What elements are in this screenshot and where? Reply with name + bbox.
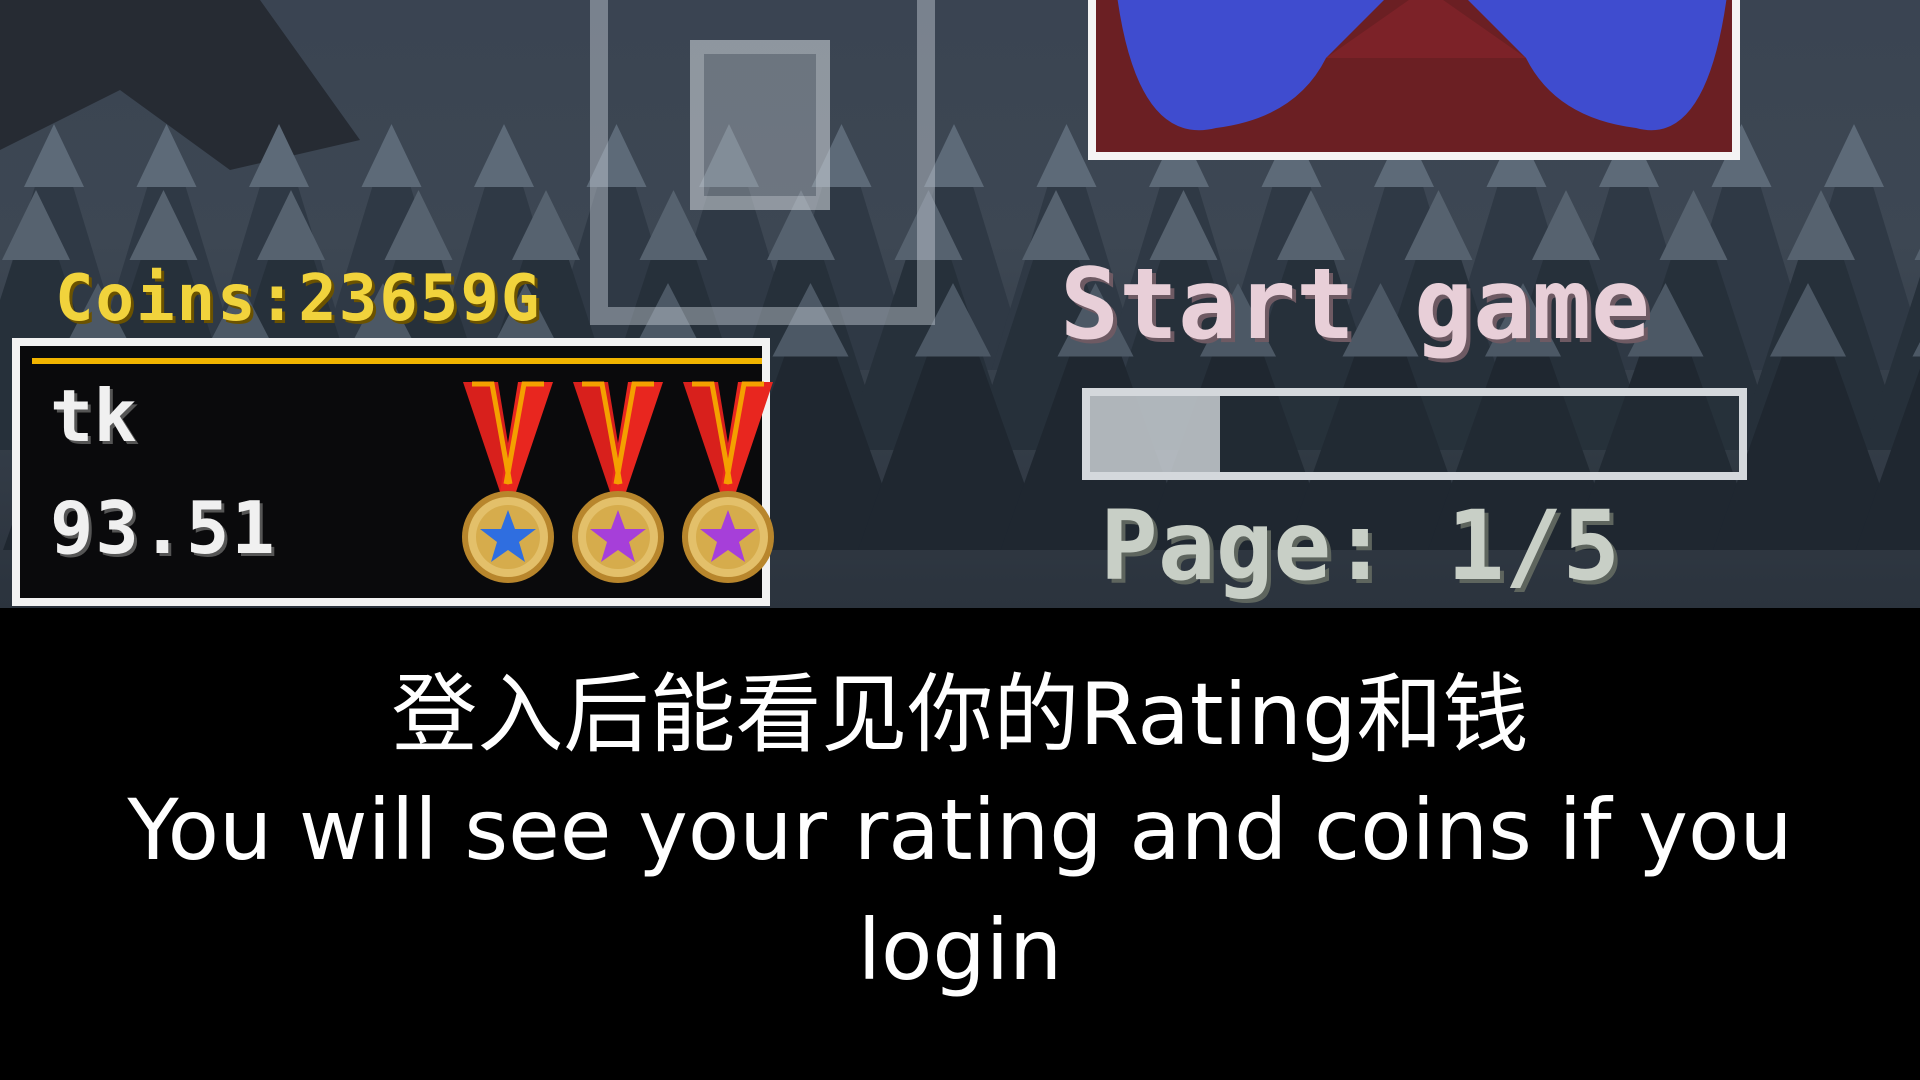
preview-art bbox=[1117, 0, 1727, 131]
medal-purple-star-icon bbox=[682, 381, 774, 583]
subtitle-chinese: 登入后能看见你的Rating和钱 bbox=[391, 665, 1529, 765]
page-progress-fill bbox=[1090, 396, 1220, 472]
card-accent-line bbox=[32, 358, 762, 364]
start-game-button[interactable]: Start game bbox=[1060, 248, 1650, 362]
game-screen: Coins:23659G tk 93.51 Start game Page: 1… bbox=[0, 0, 1920, 608]
subtitle-area: 登入后能看见你的Rating和钱 You will see your ratin… bbox=[0, 660, 1920, 1010]
player-rating: 93.51 bbox=[50, 486, 277, 570]
medal-purple-star-icon bbox=[572, 381, 664, 583]
page-progress-bar bbox=[1082, 388, 1747, 480]
coins-label: Coins:23659G bbox=[55, 262, 542, 336]
menu-frame-inner bbox=[690, 40, 830, 210]
medal-blue-star-icon bbox=[462, 381, 554, 583]
song-preview-box[interactable] bbox=[1088, 0, 1740, 160]
player-name: tk bbox=[50, 374, 137, 458]
video-frame: Coins:23659G tk 93.51 Start game Page: 1… bbox=[0, 0, 1920, 1080]
player-card: tk 93.51 bbox=[12, 338, 774, 606]
page-indicator: Page: 1/5 bbox=[1100, 490, 1621, 602]
subtitle-english: You will see your rating and coins if yo… bbox=[127, 781, 1793, 999]
